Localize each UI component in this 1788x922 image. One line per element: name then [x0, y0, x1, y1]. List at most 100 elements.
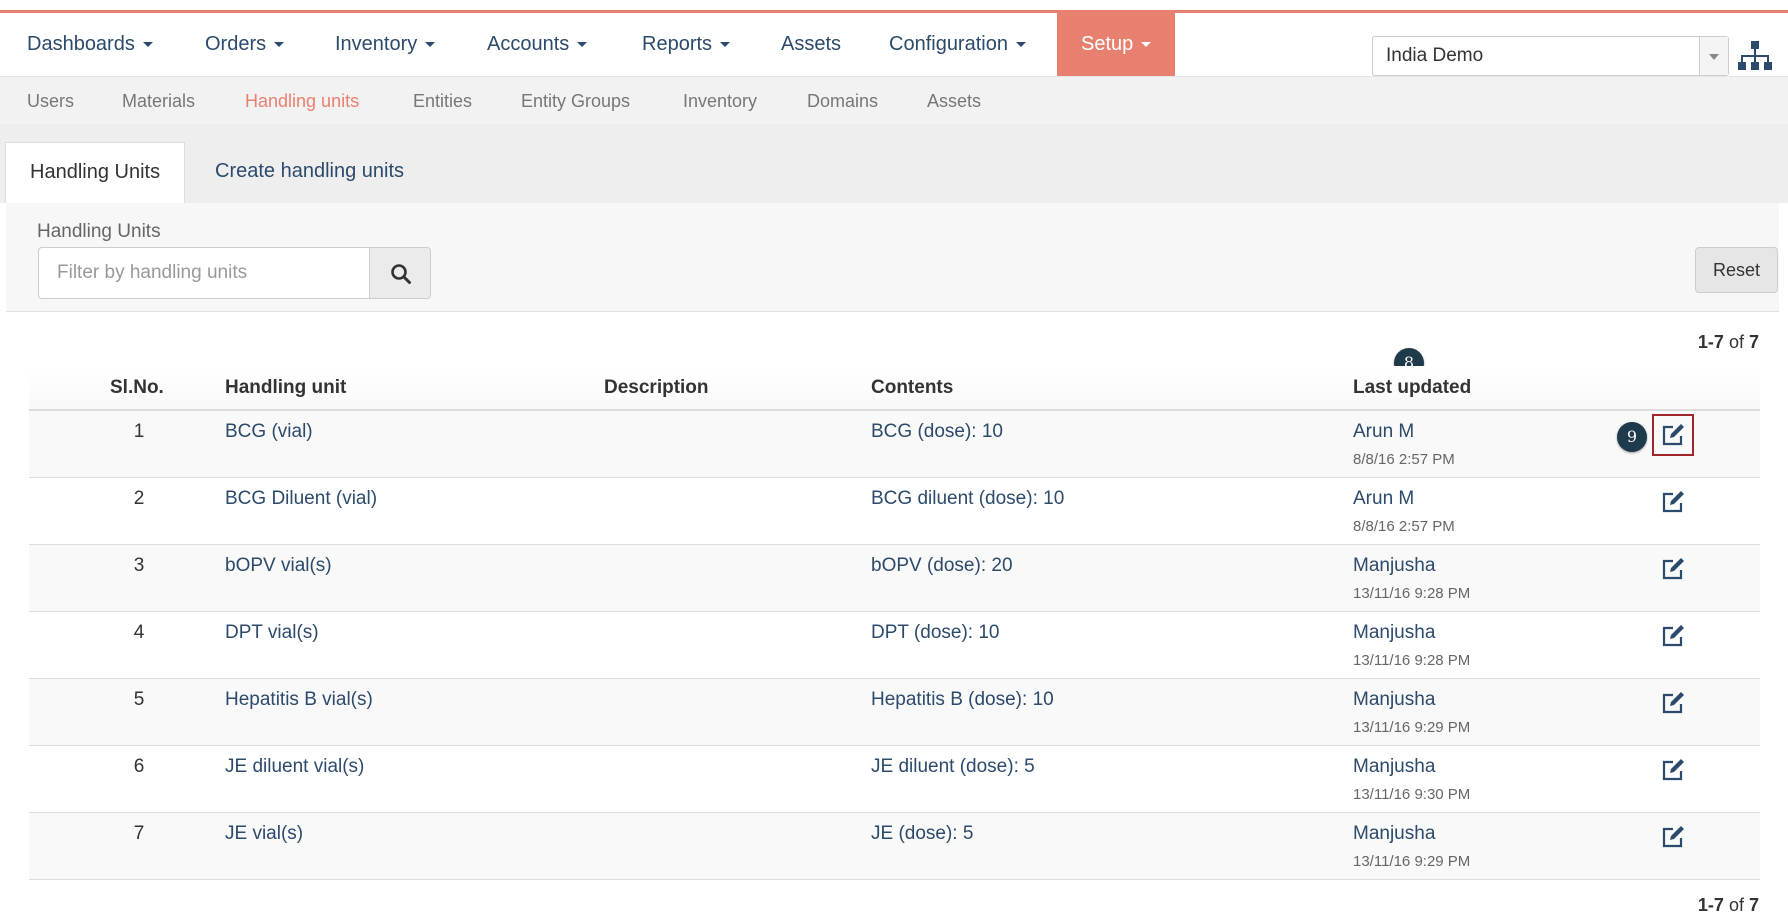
cell-contents-link[interactable]: DPT (dose): 10	[871, 622, 999, 644]
col-handling-unit: Handling unit	[225, 377, 347, 398]
caret-down-icon	[720, 42, 731, 48]
table-row: 5 Hepatitis B vial(s) Hepatitis B (dose)…	[29, 679, 1760, 746]
pagination-range: 1-7	[1697, 332, 1724, 352]
table-row: 6 JE diluent vial(s) JE diluent (dose): …	[29, 746, 1760, 813]
cell-updated-user-link[interactable]: Manjusha	[1353, 689, 1435, 711]
search-button[interactable]	[369, 247, 431, 299]
pagination-top: 1-7 of 7	[1698, 332, 1759, 353]
cell-sl-no: 4	[133, 622, 145, 643]
cell-handling-unit-link[interactable]: JE diluent vial(s)	[225, 756, 364, 778]
edit-icon[interactable]	[1652, 414, 1694, 456]
cell-updated-time: 8/8/16 2:57 PM	[1353, 518, 1455, 535]
cell-updated-user-link[interactable]: Manjusha	[1353, 756, 1435, 778]
filter-input[interactable]	[38, 247, 369, 299]
edit-icon[interactable]	[1659, 488, 1687, 516]
col-sl-no: Sl.No.	[110, 377, 164, 398]
edit-icon[interactable]	[1659, 689, 1687, 717]
cell-sl-no: 5	[133, 689, 145, 710]
subnav-domains[interactable]: Domains	[807, 77, 878, 125]
subnav-handling-units[interactable]: Handling units	[245, 77, 359, 125]
cell-contents-link[interactable]: JE diluent (dose): 5	[871, 756, 1035, 778]
edit-icon[interactable]	[1659, 622, 1687, 650]
nav-configuration-label: Configuration	[889, 33, 1008, 55]
nav-inventory[interactable]: Inventory	[335, 13, 436, 76]
pagination-bottom: 1-7 of 7	[1698, 895, 1759, 916]
cell-updated-time: 13/11/16 9:28 PM	[1353, 652, 1471, 669]
cell-updated-time: 8/8/16 2:57 PM	[1353, 451, 1455, 468]
edit-icon[interactable]	[1659, 823, 1687, 851]
cell-handling-unit-link[interactable]: JE vial(s)	[225, 823, 303, 845]
cell-handling-unit-link[interactable]: bOPV vial(s)	[225, 555, 332, 577]
cell-handling-unit-link[interactable]: Hepatitis B vial(s)	[225, 689, 373, 711]
nav-dashboards[interactable]: Dashboards	[27, 13, 153, 76]
cell-contents-link[interactable]: BCG diluent (dose): 10	[871, 488, 1064, 510]
subnav-entity-groups[interactable]: Entity Groups	[521, 77, 630, 125]
domain-select-value: India Demo	[1386, 45, 1484, 66]
nav-assets[interactable]: Assets	[781, 13, 841, 76]
search-icon	[391, 264, 411, 284]
reset-button[interactable]: Reset	[1695, 247, 1778, 293]
cell-updated-time: 13/11/16 9:29 PM	[1353, 719, 1471, 736]
caret-down-icon	[425, 42, 436, 48]
cell-sl-no: 1	[133, 421, 145, 442]
cell-updated-user-link[interactable]: Manjusha	[1353, 555, 1435, 577]
subnav-assets[interactable]: Assets	[927, 77, 981, 125]
callout-9: 9	[1617, 422, 1647, 452]
edit-icon[interactable]	[1659, 756, 1687, 784]
nav-reports[interactable]: Reports	[642, 13, 731, 76]
nav-inventory-label: Inventory	[335, 33, 418, 55]
nav-configuration[interactable]: Configuration	[889, 13, 1026, 76]
subnav-inventory[interactable]: Inventory	[683, 77, 757, 125]
pagination-of: of	[1728, 895, 1744, 915]
caret-down-icon	[577, 42, 588, 48]
cell-handling-unit-link[interactable]: BCG (vial)	[225, 421, 313, 443]
pagination-range: 1-7	[1697, 895, 1724, 915]
col-contents: Contents	[871, 377, 954, 398]
table-row: 1 BCG (vial) BCG (dose): 10 Arun M 8/8/1…	[29, 411, 1760, 478]
nav-reports-label: Reports	[642, 33, 713, 55]
cell-contents-link[interactable]: bOPV (dose): 20	[871, 555, 1013, 577]
nav-accounts-label: Accounts	[487, 33, 570, 55]
nav-orders[interactable]: Orders	[205, 13, 285, 76]
nav-assets-label: Assets	[781, 33, 842, 55]
cell-updated-user-link[interactable]: Arun M	[1353, 421, 1414, 443]
cell-updated-user-link[interactable]: Manjusha	[1353, 622, 1435, 644]
edit-icon[interactable]	[1659, 555, 1687, 583]
nav-accounts[interactable]: Accounts	[487, 13, 588, 76]
cell-updated-user-link[interactable]: Arun M	[1353, 488, 1414, 510]
domain-select[interactable]: India Demo	[1372, 36, 1729, 76]
caret-down-icon	[1141, 42, 1152, 48]
sub-nav: Users Materials Handling units Entities …	[0, 76, 1788, 125]
cell-handling-unit-link[interactable]: DPT vial(s)	[225, 622, 319, 644]
pagination-total: 7	[1748, 895, 1759, 915]
subnav-materials[interactable]: Materials	[122, 77, 195, 125]
cell-contents-link[interactable]: JE (dose): 5	[871, 823, 973, 845]
table-row: 3 bOPV vial(s) bOPV (dose): 20 Manjusha …	[29, 545, 1760, 612]
cell-contents-link[interactable]: BCG (dose): 10	[871, 421, 1003, 443]
cell-updated-time: 13/11/16 9:29 PM	[1353, 853, 1471, 870]
sitemap-icon[interactable]	[1738, 40, 1772, 72]
pagination-total: 7	[1748, 332, 1759, 352]
caret-down-icon	[274, 42, 285, 48]
subnav-users[interactable]: Users	[27, 77, 74, 125]
tab-handling-units[interactable]: Handling Units	[5, 142, 186, 203]
cell-contents-link[interactable]: Hepatitis B (dose): 10	[871, 689, 1054, 711]
cell-handling-unit-link[interactable]: BCG Diluent (vial)	[225, 488, 377, 510]
domain-select-arrow[interactable]	[1699, 37, 1728, 75]
cell-sl-no: 2	[133, 488, 145, 509]
nav-setup-label: Setup	[1081, 33, 1134, 55]
subnav-entities[interactable]: Entities	[413, 77, 472, 125]
tab-create-handling-units[interactable]: Create handling units	[215, 142, 404, 203]
filter-label: Handling Units	[37, 221, 161, 242]
table-row: 7 JE vial(s) JE (dose): 5 Manjusha 13/11…	[29, 813, 1760, 880]
cell-sl-no: 6	[133, 756, 145, 777]
caret-down-icon	[1015, 42, 1026, 48]
pagination-of: of	[1728, 332, 1744, 352]
table-header: Sl.No. Handling unit Description Content…	[29, 366, 1760, 411]
caret-down-icon	[142, 42, 153, 48]
handling-units-table: Sl.No. Handling unit Description Content…	[29, 366, 1760, 880]
top-nav: Dashboards Orders Inventory Accounts Rep…	[0, 13, 1788, 76]
cell-updated-user-link[interactable]: Manjusha	[1353, 823, 1435, 845]
nav-setup[interactable]: Setup	[1057, 13, 1176, 76]
col-last-updated: Last updated	[1353, 377, 1472, 398]
